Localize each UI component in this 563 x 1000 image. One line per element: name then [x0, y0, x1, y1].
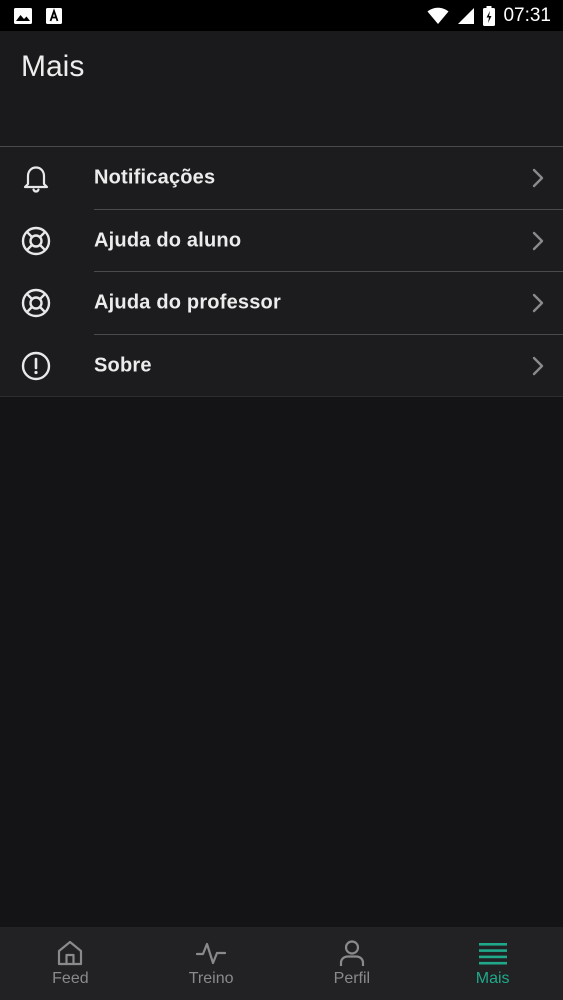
menu-item-notificacoes[interactable]: Notificações	[0, 147, 563, 210]
menu-item-label: Ajuda do professor	[94, 291, 281, 314]
chevron-right-icon	[531, 292, 545, 314]
nav-item-perfil[interactable]: Perfil	[282, 927, 423, 1000]
nav-label: Perfil	[333, 970, 371, 987]
image-icon	[14, 7, 32, 24]
menu-item-ajuda-professor[interactable]: Ajuda do professor	[0, 272, 563, 335]
status-bar: 07:31	[0, 0, 563, 31]
lifebuoy-icon	[21, 226, 51, 256]
menu-item-label: Notificações	[94, 166, 216, 189]
nav-item-feed[interactable]: Feed	[0, 927, 141, 1000]
user-icon	[337, 938, 367, 968]
nav-label: Treino	[188, 970, 234, 987]
signal-icon	[457, 7, 475, 25]
menu-lines-icon	[478, 938, 508, 968]
home-icon	[55, 938, 85, 968]
font-icon	[46, 7, 62, 24]
bottom-nav: Feed Treino Perfil Mais	[0, 927, 563, 1000]
status-time: 07:31	[503, 4, 551, 26]
page-title: Mais	[21, 50, 85, 83]
menu-item-label: Sobre	[94, 354, 152, 377]
menu-item-ajuda-aluno[interactable]: Ajuda do aluno	[0, 210, 563, 272]
status-left	[14, 7, 62, 24]
chevron-right-icon	[531, 230, 545, 252]
status-right: 07:31	[427, 5, 551, 27]
nav-item-treino[interactable]: Treino	[141, 927, 282, 1000]
menu-list: Notificações Ajuda do aluno Ajuda do pro…	[0, 146, 563, 397]
menu-item-sobre[interactable]: Sobre	[0, 335, 563, 397]
app-header: Mais	[0, 31, 563, 146]
wifi-icon	[427, 7, 449, 25]
nav-item-mais[interactable]: Mais	[422, 927, 563, 1000]
menu-item-label: Ajuda do aluno	[94, 229, 242, 252]
activity-icon	[196, 938, 227, 968]
battery-charging-icon	[483, 5, 496, 26]
bell-icon	[21, 163, 51, 193]
chevron-right-icon	[531, 167, 545, 189]
chevron-right-icon	[531, 355, 545, 377]
screen: 07:31 Mais Notificações Ajuda do aluno A…	[0, 0, 563, 1000]
lifebuoy-icon	[21, 288, 51, 318]
divider	[0, 396, 563, 397]
info-circle-icon	[21, 351, 51, 381]
nav-label: Feed	[52, 970, 89, 987]
nav-label: Mais	[475, 970, 510, 987]
